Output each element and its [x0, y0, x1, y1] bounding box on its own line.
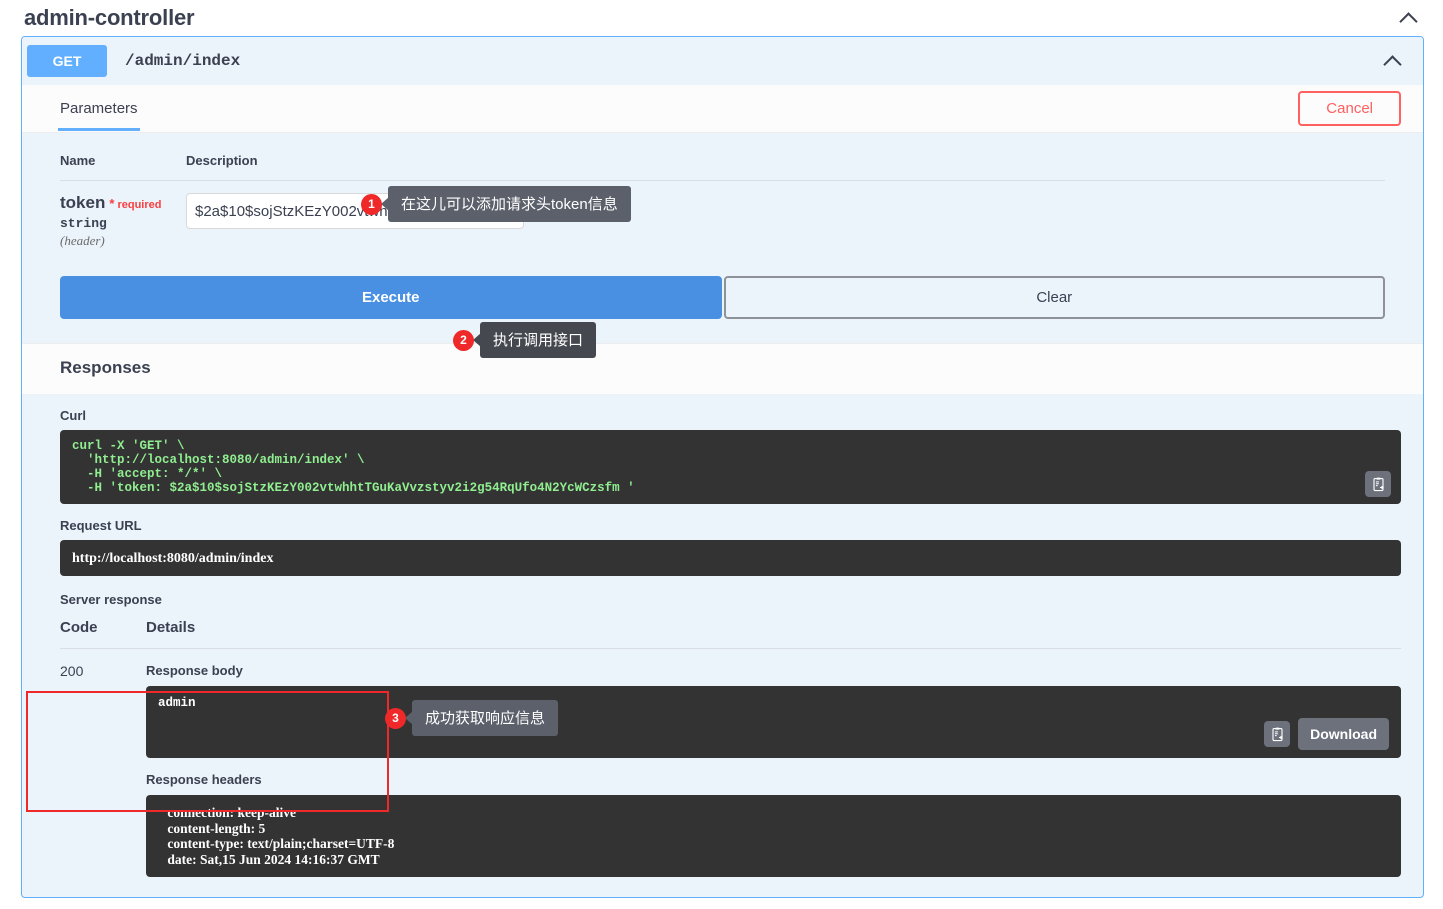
parameters-area: Name Description token * required string …	[22, 133, 1423, 258]
column-header-code: Code	[60, 619, 98, 636]
response-body-box: admin Download	[146, 686, 1401, 758]
parameter-row-token: token * required string (header)	[60, 180, 1385, 258]
controller-header[interactable]: admin-controller	[0, 0, 1443, 36]
annotation-1: 1 在这儿可以添加请求头token信息	[361, 186, 631, 222]
curl-code-box: curl -X 'GET' \ 'http://localhost:8080/a…	[60, 430, 1401, 504]
column-header-name: Name	[60, 153, 96, 168]
http-method-badge: GET	[27, 45, 107, 77]
responses-title: Responses	[60, 358, 151, 377]
annotation-3: 3 成功获取响应信息	[385, 700, 559, 736]
clear-button[interactable]: Clear	[723, 276, 1385, 319]
response-headers-label: Response headers	[146, 772, 262, 787]
parameter-name: token	[60, 193, 106, 212]
copy-curl-icon[interactable]	[1365, 471, 1391, 497]
response-headers-text: connection: keep-alive content-length: 5…	[167, 805, 395, 867]
response-details: Response body admin Download Response he…	[146, 663, 1401, 877]
operation-collapse-chevron-up-icon[interactable]	[1383, 50, 1405, 72]
annotation-1-number: 1	[361, 193, 382, 215]
annotation-2-bubble: 执行调用接口	[480, 322, 597, 358]
operation-block: GET /admin/index Parameters Cancel Name …	[21, 36, 1424, 898]
controller-collapse-chevron-up-icon[interactable]	[1399, 7, 1421, 29]
tab-parameters[interactable]: Parameters	[58, 88, 140, 131]
response-headers-box: connection: keep-alive content-length: 5…	[146, 795, 1401, 877]
annotation-2: 2 执行调用接口	[453, 322, 597, 358]
swagger-ui-page: admin-controller GET /admin/index Parame…	[0, 0, 1443, 909]
response-table-header: Code Details	[60, 619, 1401, 648]
parameter-meta: token * required string (header)	[60, 193, 186, 258]
curl-label: Curl	[60, 408, 86, 423]
copy-response-icon[interactable]	[1264, 721, 1291, 747]
responses-body: Curl curl -X 'GET' \ 'http://localhost:8…	[22, 394, 1423, 877]
request-url-box: http://localhost:8080/admin/index	[60, 540, 1401, 576]
page-title: admin-controller	[24, 5, 195, 30]
responses-section-header: Responses	[22, 343, 1423, 394]
request-url-text: http://localhost:8080/admin/index	[72, 551, 274, 566]
column-header-description: Description	[186, 153, 258, 168]
curl-command-text: curl -X 'GET' \ 'http://localhost:8080/a…	[72, 439, 635, 495]
response-body-label: Response body	[146, 663, 243, 678]
column-header-details: Details	[146, 619, 196, 636]
request-url-label: Request URL	[60, 518, 142, 533]
cancel-button[interactable]: Cancel	[1298, 91, 1401, 126]
response-row-200: 200 Response body admin Download Respons…	[60, 648, 1401, 877]
parameter-location: (header)	[60, 233, 105, 248]
response-status-code: 200	[60, 663, 84, 679]
response-body-actions: Download	[1264, 718, 1389, 750]
download-button[interactable]: Download	[1298, 718, 1389, 750]
annotation-3-bubble: 成功获取响应信息	[412, 700, 559, 736]
parameters-table-header: Name Description	[60, 153, 1385, 180]
parameter-required-badge: * required	[109, 196, 162, 211]
action-buttons-row: Execute Clear	[22, 258, 1423, 343]
annotation-2-number: 2	[453, 329, 474, 351]
annotation-1-bubble: 在这儿可以添加请求头token信息	[388, 186, 631, 222]
tabs-row: Parameters Cancel	[22, 85, 1423, 133]
parameter-type: string	[60, 216, 107, 231]
annotation-3-number: 3	[385, 707, 406, 729]
server-response-label: Server response	[60, 592, 162, 607]
operation-path: /admin/index	[125, 52, 241, 70]
operation-summary[interactable]: GET /admin/index	[22, 37, 1423, 85]
response-body-text: admin	[158, 696, 196, 710]
execute-button[interactable]: Execute	[60, 276, 722, 319]
